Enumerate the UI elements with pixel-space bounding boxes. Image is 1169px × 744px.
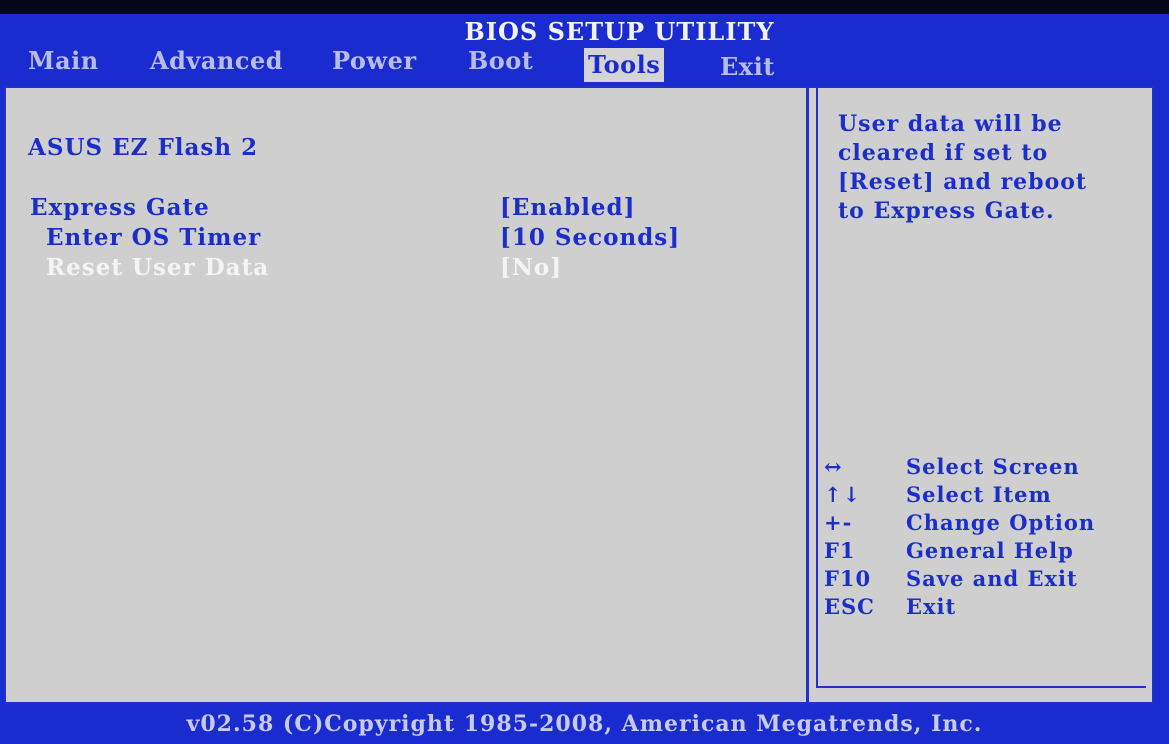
value-reset-user-data[interactable]: [No] [500,254,562,281]
key-left-right-icon: ↔ [824,454,843,479]
key-legend: ↔ Select Screen ↑↓ Select Item +- Change… [824,454,1144,622]
key-row-change-option: +- Change Option [824,510,1144,538]
key-desc: Change Option [906,510,1096,535]
tab-power[interactable]: Power [328,44,420,78]
key-row-select-item: ↑↓ Select Item [824,482,1144,510]
row-enter-os-timer[interactable]: Enter OS Timer [46,224,261,251]
key-row-general-help: F1 General Help [824,538,1144,566]
key-desc: Exit [906,594,957,619]
key-f1: F1 [824,538,856,563]
help-line: User data will be [838,111,1063,137]
row-asus-ez-flash[interactable]: ASUS EZ Flash 2 [28,134,258,161]
tab-advanced[interactable]: Advanced [146,44,287,78]
key-up-down-icon: ↑↓ [824,482,862,507]
key-row-save-exit: F10 Save and Exit [824,566,1144,594]
pane-divider [806,88,809,702]
tab-tools[interactable]: Tools [584,48,665,82]
monitor-bezel [0,0,1169,14]
tab-main[interactable]: Main [24,44,103,78]
main-panel: ASUS EZ Flash 2 Express Gate [Enabled] E… [4,86,1154,704]
help-line: to Express Gate. [838,198,1055,224]
value-express-gate[interactable]: [Enabled] [500,194,635,221]
help-text: User data will be cleared if set to [Res… [838,110,1138,226]
help-pane: User data will be cleared if set to [Res… [818,88,1148,686]
bios-screen: BIOS SETUP UTILITY Main Advanced Power B… [0,0,1169,744]
value-enter-os-timer[interactable]: [10 Seconds] [500,224,680,251]
tab-exit[interactable]: Exit [716,50,779,84]
key-desc: Select Screen [906,454,1080,479]
key-row-select-screen: ↔ Select Screen [824,454,1144,482]
row-express-gate[interactable]: Express Gate [30,194,210,221]
key-row-exit: ESC Exit [824,594,1144,622]
row-reset-user-data[interactable]: Reset User Data [46,254,269,281]
settings-pane: ASUS EZ Flash 2 Express Gate [Enabled] E… [6,88,806,702]
key-desc: Select Item [906,482,1052,507]
help-line: cleared if set to [838,140,1049,166]
tab-boot[interactable]: Boot [464,44,537,78]
help-line: [Reset] and reboot [838,169,1088,195]
key-desc: Save and Exit [906,566,1078,591]
key-plus-minus: +- [824,510,853,535]
copyright-footer: v02.58 (C)Copyright 1985-2008, American … [186,711,983,737]
key-esc: ESC [824,594,875,619]
key-f10: F10 [824,566,872,591]
key-desc: General Help [906,538,1074,563]
menu-bar: Main Advanced Power Boot Tools Exit [0,44,1169,82]
help-border-bottom [816,686,1146,688]
